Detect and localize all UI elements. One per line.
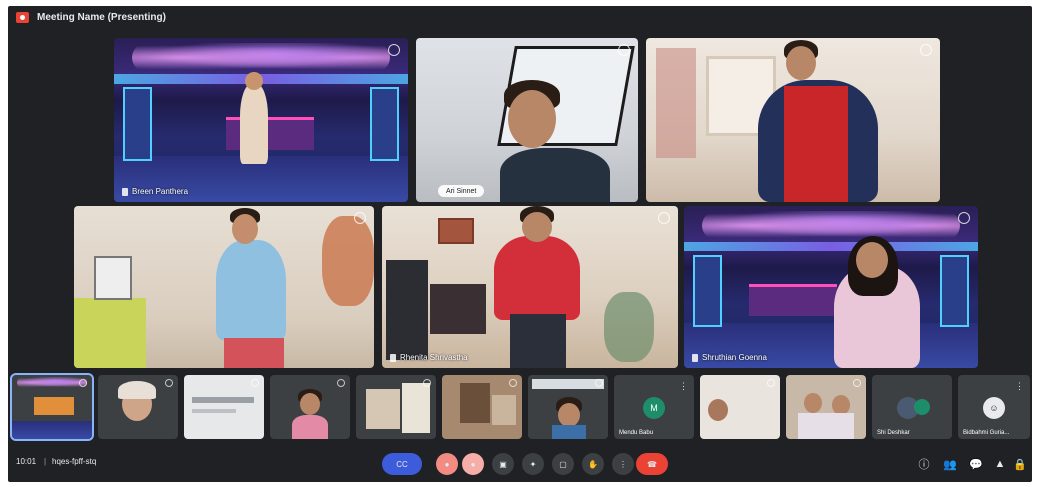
lock-icon[interactable]: 🔒 <box>1012 456 1028 472</box>
bottom-bar: 10:01 | hqes-fpff-stq CC ● ● ▣ ✦ ▢ ✋ ⋮ ☎… <box>8 446 1032 482</box>
participant-thumbnail[interactable] <box>528 375 608 439</box>
participant-tile[interactable]: Ari Sinnet <box>416 38 638 202</box>
pin-icon <box>390 353 396 362</box>
participant-tile[interactable]: Breen Panthera <box>114 38 408 202</box>
more-options-icon[interactable] <box>920 44 932 56</box>
effects-icon: ✦ <box>529 459 537 469</box>
more-options-icon[interactable] <box>251 379 259 387</box>
people-icon[interactable]: 👥 <box>942 456 958 472</box>
more-options-icon[interactable] <box>658 212 670 224</box>
more-options-icon[interactable] <box>618 44 630 56</box>
participant-name: Bidbahmi Guria... <box>963 430 1010 436</box>
more-options-icon[interactable] <box>423 379 431 387</box>
participant-name: Mendu Babu <box>619 430 654 436</box>
more-options-icon[interactable] <box>354 212 366 224</box>
meeting-title: Meeting Name (Presenting) <box>37 11 166 23</box>
raise-hand-icon: ✋ <box>588 459 598 469</box>
more-icon: ⋮ <box>619 459 627 469</box>
participant-tile[interactable]: Shruthian Goenna <box>684 206 978 368</box>
more-options-icon[interactable] <box>79 379 87 387</box>
participant-name: Breen Panthera <box>122 187 188 196</box>
participant-thumbnail[interactable] <box>98 375 178 439</box>
participant-thumbnail[interactable]: ☺ ⋮ Bidbahmi Guria... <box>958 375 1030 439</box>
present-button[interactable]: ▣ <box>492 453 514 475</box>
fullscreen-button[interactable]: ▢ <box>552 453 574 475</box>
mic-icon: ● <box>444 459 450 469</box>
more-options-icon[interactable] <box>958 212 970 224</box>
effects-button[interactable]: ✦ <box>522 453 544 475</box>
participant-tile[interactable]: Rhenita Shrivastha <box>382 206 678 368</box>
more-options-icon[interactable] <box>388 44 400 56</box>
participant-name: Rhenita Shrivastha <box>390 353 468 362</box>
end-call-button[interactable]: ☎ <box>636 453 668 475</box>
captions-button[interactable]: CC <box>382 453 422 475</box>
more-options-icon[interactable] <box>595 379 603 387</box>
participant-thumbnail[interactable] <box>442 375 522 439</box>
participant-name: Shi Deshkar <box>877 430 910 436</box>
participant-name: Shruthian Goenna <box>692 353 767 362</box>
more-options-icon[interactable] <box>509 379 517 387</box>
mic-button[interactable]: ● <box>436 453 458 475</box>
more-options-icon[interactable] <box>853 379 861 387</box>
participant-thumbnail[interactable] <box>786 375 866 439</box>
info-icon[interactable]: ⓘ <box>916 456 932 472</box>
participant-thumbnail[interactable]: M ⋮ Mendu Babu <box>614 375 694 439</box>
participant-thumbnail[interactable] <box>270 375 350 439</box>
pin-icon <box>122 187 128 196</box>
avatar: M <box>643 397 665 419</box>
more-options-icon[interactable] <box>767 379 775 387</box>
fullscreen-icon: ▢ <box>559 459 567 469</box>
raise-hand-button[interactable]: ✋ <box>582 453 604 475</box>
participant-thumbnail[interactable] <box>184 375 264 439</box>
participant-thumbnail[interactable] <box>356 375 436 439</box>
participant-tile[interactable] <box>74 206 374 368</box>
camera-icon: ● <box>470 459 476 469</box>
end-call-icon: ☎ <box>647 459 657 469</box>
camera-button[interactable]: ● <box>462 453 484 475</box>
more-options-icon[interactable]: ⋮ <box>1015 381 1024 392</box>
avatar: ☺ <box>983 397 1005 419</box>
avatar <box>914 399 930 415</box>
more-options-icon[interactable]: ⋮ <box>679 381 688 392</box>
top-bar: Meeting Name (Presenting) <box>8 6 1032 28</box>
meeting-code: hqes-fpff-stq <box>52 457 97 466</box>
chat-icon[interactable]: 💬 <box>968 456 984 472</box>
pin-icon <box>692 353 698 362</box>
meet-window: Meeting Name (Presenting) Breen Panthera… <box>8 6 1032 482</box>
separator: | <box>44 457 47 466</box>
participant-thumbnail[interactable] <box>700 375 780 439</box>
more-options-icon[interactable] <box>165 379 173 387</box>
participant-thumbnail[interactable] <box>10 373 94 441</box>
present-icon: ▣ <box>499 459 507 469</box>
participant-tile[interactable] <box>646 38 940 202</box>
more-button[interactable]: ⋮ <box>612 453 634 475</box>
meeting-clock: 10:01 <box>16 457 37 466</box>
more-options-icon[interactable] <box>337 379 345 387</box>
participant-name: Ari Sinnet <box>438 185 485 197</box>
participant-thumbnail[interactable]: Shi Deshkar <box>872 375 952 439</box>
activities-icon[interactable]: ▲ <box>992 456 1008 472</box>
record-icon <box>16 11 29 23</box>
